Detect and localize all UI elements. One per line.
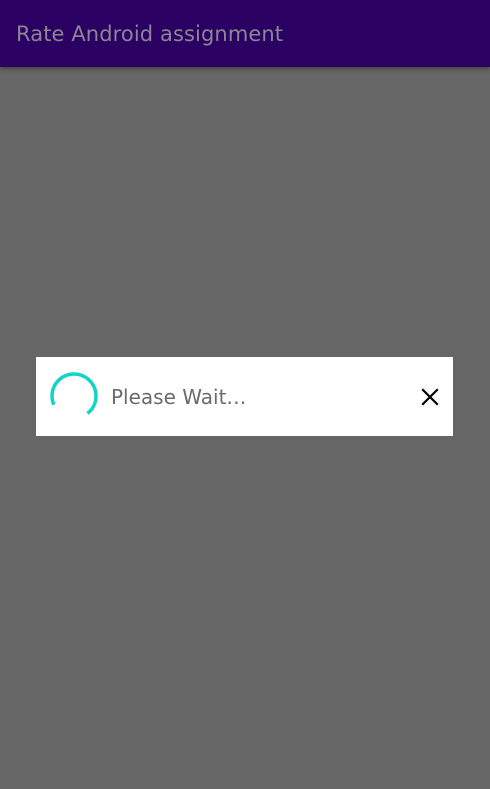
app-title: Rate Android assignment [16, 22, 284, 46]
loading-spinner-icon [48, 370, 100, 422]
app-bar: Rate Android assignment [0, 0, 490, 67]
close-icon [421, 388, 439, 406]
loading-message: Please Wait… [111, 385, 247, 409]
close-button[interactable] [414, 381, 446, 413]
